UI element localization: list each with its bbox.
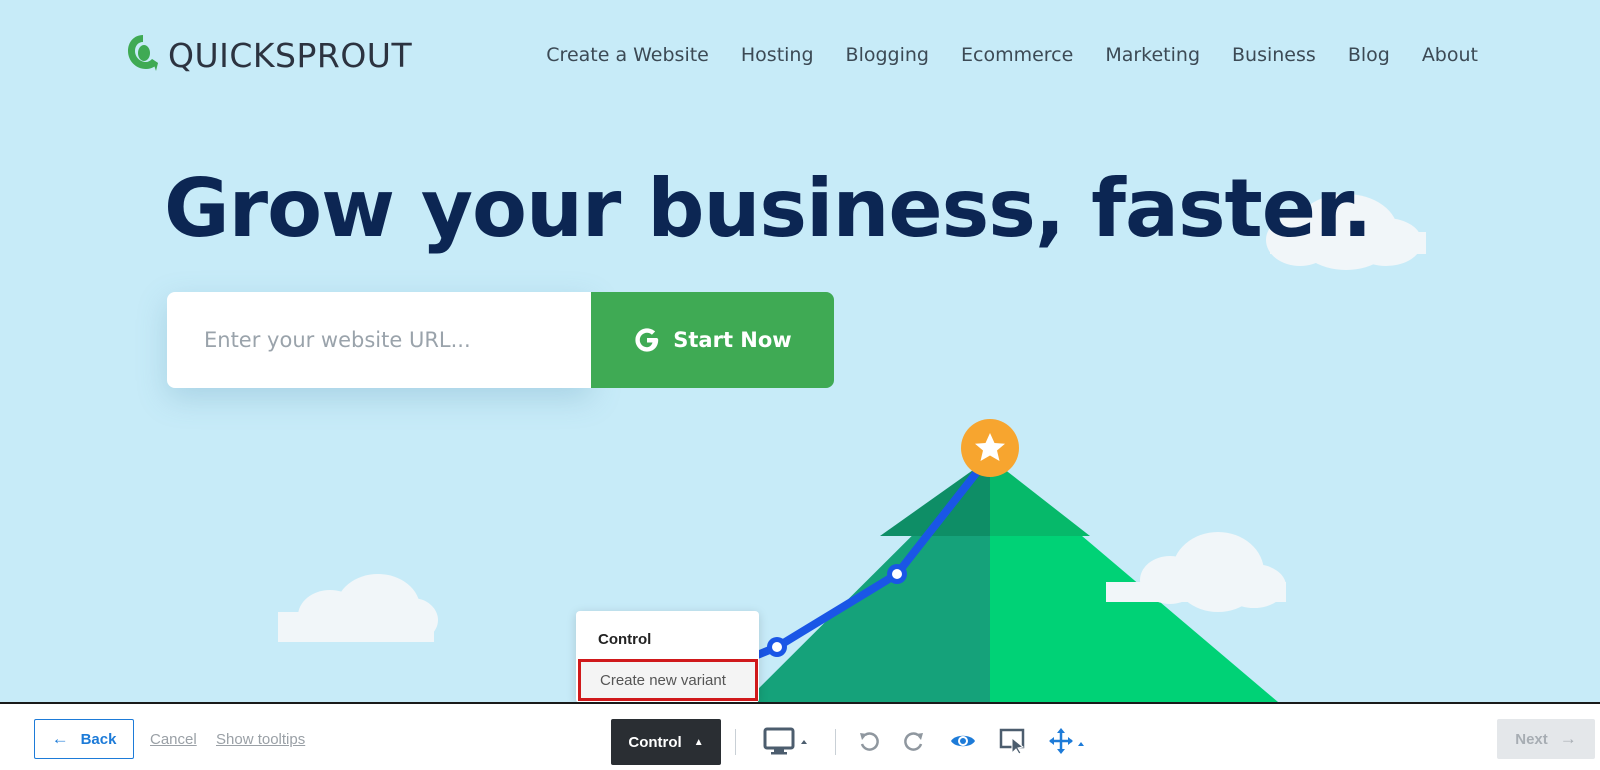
nav-blog[interactable]: Blog bbox=[1348, 44, 1390, 66]
cloud-left bbox=[278, 574, 438, 642]
nav-ecommerce[interactable]: Ecommerce bbox=[961, 44, 1073, 66]
desktop-icon bbox=[763, 727, 807, 755]
arrow-right-icon: → bbox=[1559, 729, 1577, 748]
start-now-label: Start Now bbox=[673, 328, 792, 352]
move-arrows-icon bbox=[1049, 728, 1084, 754]
main-nav: Create a Website Hosting Blogging Ecomme… bbox=[514, 44, 1478, 66]
preview-button[interactable] bbox=[950, 724, 976, 758]
sprout-logo-icon bbox=[128, 35, 158, 71]
brand-name: QUICKSPROUT bbox=[168, 35, 413, 75]
show-tooltips-link[interactable]: Show tooltips bbox=[216, 731, 305, 748]
website-url-input[interactable] bbox=[167, 292, 591, 388]
nav-business[interactable]: Business bbox=[1232, 44, 1316, 66]
device-switcher[interactable] bbox=[763, 724, 811, 758]
next-label: Next bbox=[1515, 730, 1548, 748]
star-badge-icon bbox=[961, 419, 1019, 477]
cloud-right bbox=[1106, 532, 1286, 612]
preview-eye-icon bbox=[951, 735, 975, 747]
undo-button[interactable] bbox=[857, 724, 881, 758]
redo-button[interactable] bbox=[902, 724, 926, 758]
back-button[interactable]: ← Back bbox=[34, 719, 134, 759]
google-g-icon bbox=[635, 328, 659, 352]
select-cursor-icon bbox=[999, 728, 1025, 754]
start-now-button[interactable]: Start Now bbox=[591, 292, 834, 388]
move-button[interactable] bbox=[1049, 724, 1087, 758]
select-element-button[interactable] bbox=[999, 724, 1027, 758]
variant-select-button[interactable]: Control ▲ bbox=[611, 719, 721, 765]
quicksprout-logo[interactable]: QUICKSPROUT bbox=[126, 33, 412, 77]
create-new-variant-option[interactable]: Create new variant bbox=[578, 659, 758, 701]
redo-icon bbox=[904, 732, 923, 751]
nav-blogging[interactable]: Blogging bbox=[846, 44, 929, 66]
back-label: Back bbox=[80, 730, 117, 748]
url-input-wrapper bbox=[167, 292, 591, 388]
website-preview: QUICKSPROUT Create a Website Hosting Blo… bbox=[0, 0, 1600, 702]
variant-dropdown: Control Create new variant bbox=[576, 611, 759, 702]
nav-create-website[interactable]: Create a Website bbox=[546, 44, 709, 66]
divider bbox=[835, 729, 836, 755]
caret-up-icon: ▲ bbox=[693, 736, 704, 748]
arrow-left-icon: ← bbox=[51, 729, 69, 748]
editor-toolbar: ← Back Cancel Show tooltips Control ▲ Ne… bbox=[0, 702, 1600, 770]
dropdown-control-item[interactable]: Control bbox=[598, 631, 651, 648]
nav-hosting[interactable]: Hosting bbox=[741, 44, 814, 66]
nav-marketing[interactable]: Marketing bbox=[1105, 44, 1200, 66]
variant-select-label: Control bbox=[628, 733, 682, 751]
undo-icon bbox=[860, 732, 879, 751]
divider bbox=[735, 729, 736, 755]
cancel-link[interactable]: Cancel bbox=[150, 731, 197, 748]
hero-headline: Grow your business, faster. bbox=[164, 162, 1372, 255]
nav-about[interactable]: About bbox=[1422, 44, 1478, 66]
next-button: Next → bbox=[1497, 719, 1595, 759]
